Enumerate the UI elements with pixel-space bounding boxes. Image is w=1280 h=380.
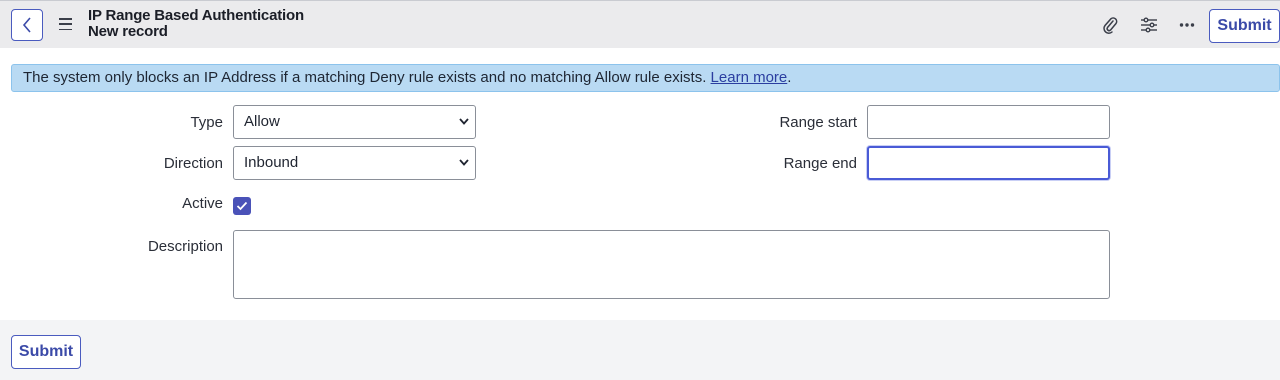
attachment-button[interactable]	[1100, 15, 1120, 35]
description-textarea[interactable]	[233, 230, 1110, 299]
direction-label: Direction	[163, 155, 223, 172]
chevron-down-icon	[459, 159, 469, 166]
back-button[interactable]	[11, 9, 43, 41]
direction-select-value: Inbound	[244, 154, 299, 171]
range-start-label: Range start	[779, 114, 857, 131]
banner-suffix: .	[787, 69, 792, 86]
range-end-label: Range end	[783, 155, 857, 172]
range-end-input[interactable]	[867, 146, 1110, 180]
chevron-left-icon	[22, 17, 31, 33]
personalize-button[interactable]	[1139, 15, 1159, 35]
paperclip-icon	[1103, 17, 1118, 34]
page-subtitle: New record	[88, 23, 168, 40]
checkmark-icon	[236, 201, 248, 211]
sliders-icon	[1141, 17, 1157, 33]
info-banner: The system only blocks an IP Address if …	[11, 64, 1280, 92]
record-title: IP Range Based Authentication New record	[88, 8, 304, 40]
description-label: Description	[147, 238, 223, 255]
more-options-button[interactable]	[1177, 15, 1197, 35]
footer-submit-button[interactable]: Submit	[11, 335, 81, 369]
direction-select[interactable]: Inbound	[233, 146, 476, 180]
form-header: IP Range Based Authentication New record…	[0, 0, 1280, 48]
active-checkbox[interactable]	[233, 197, 251, 215]
more-icon	[1179, 23, 1195, 27]
chevron-down-icon	[459, 118, 469, 125]
hamburger-menu-icon[interactable]	[59, 18, 72, 30]
form-body: The system only blocks an IP Address if …	[0, 48, 1280, 320]
type-select[interactable]: Allow	[233, 105, 476, 139]
type-select-value: Allow	[244, 113, 280, 130]
page-title: IP Range Based Authentication	[88, 7, 304, 24]
header-submit-button[interactable]: Submit	[1209, 9, 1280, 43]
learn-more-link[interactable]: Learn more	[711, 69, 788, 86]
active-label: Active	[182, 195, 223, 212]
banner-text: The system only blocks an IP Address if …	[23, 69, 711, 86]
range-start-input[interactable]	[867, 105, 1110, 139]
type-label: Type	[190, 114, 223, 131]
